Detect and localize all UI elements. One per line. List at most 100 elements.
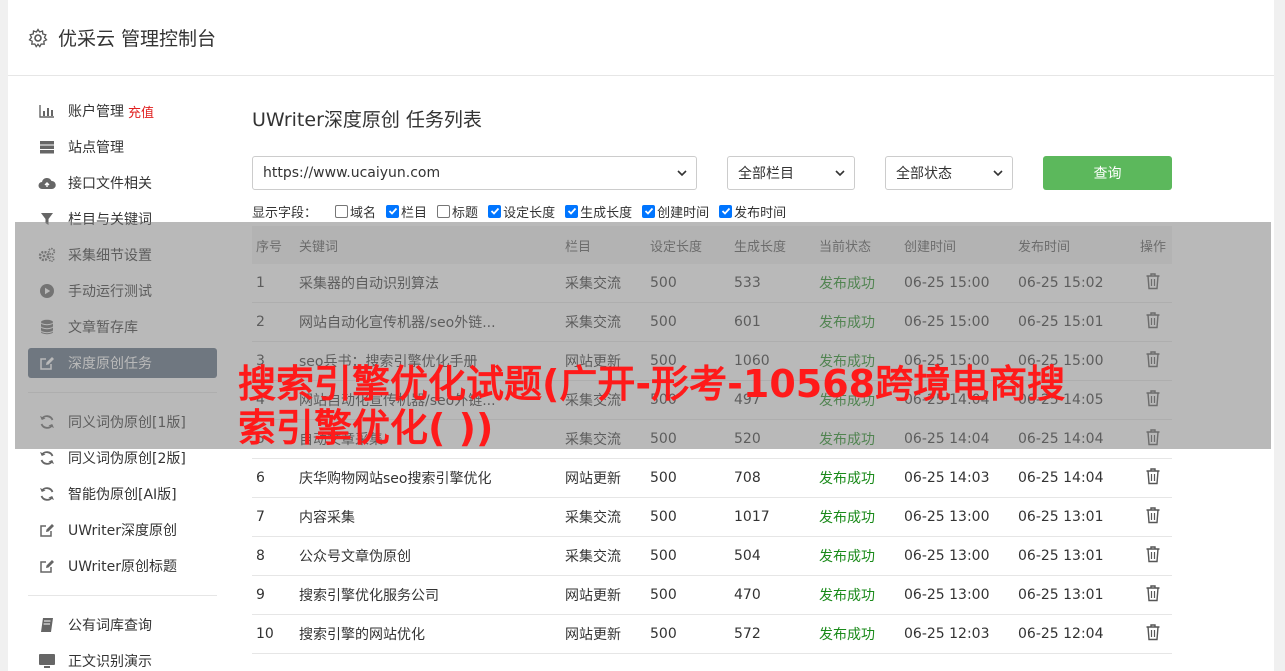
field-checkbox[interactable]: 域名 [335,202,376,221]
column-select[interactable]: 全部栏目 [727,156,855,190]
field-checkbox-label: 域名 [350,205,377,221]
row-set-length: 500 [650,509,677,525]
sidebar-item[interactable]: 站点管理 [28,132,217,162]
row-index: 6 [256,470,265,486]
field-checkbox[interactable]: 标题 [437,202,478,221]
row-keyword: 内容采集 [299,510,355,526]
refresh-icon [38,449,56,467]
row-created: 06-25 12:03 [904,626,990,642]
overlay-headline: 搜索引擎优化试题(广开-形考-10568跨境电商搜索引擎优化( )) [238,362,1066,450]
delete-button[interactable] [1134,506,1172,528]
checkbox-checked-icon [719,204,733,218]
row-published: 06-25 14:04 [1018,470,1104,486]
checkbox-unchecked-icon [335,204,349,218]
edit-icon [38,521,56,539]
recharge-link[interactable]: 充值 [128,102,154,121]
row-status: 发布成功 [819,549,875,565]
sidebar-item-label: 同义词伪原创[2版] [68,451,186,467]
status-select-value: 全部状态 [896,166,952,182]
row-index: 9 [256,587,265,603]
sidebar-item[interactable]: UWriter原创标题 [28,551,217,581]
row-status: 发布成功 [819,627,875,643]
sidebar-item[interactable]: 账户管理 充值 [28,96,217,126]
sidebar-item[interactable]: 公有词库查询 [28,610,217,640]
row-set-length: 500 [650,626,677,642]
cloud-upload-icon [38,174,56,192]
query-button[interactable]: 查询 [1043,156,1172,190]
field-checkbox[interactable]: 设定长度 [488,202,555,221]
sidebar-item[interactable]: 智能伪原创[AI版] [28,479,217,509]
row-published: 06-25 12:04 [1018,626,1104,642]
row-status: 发布成功 [819,588,875,604]
trash-icon [1145,584,1161,606]
app-title: 优采云 管理控制台 [58,28,217,50]
server-icon [38,138,56,156]
field-checkbox-label: 生成长度 [580,205,633,221]
sidebar-item-label: UWriter原创标题 [68,559,177,575]
row-created: 06-25 13:00 [904,509,990,525]
row-created: 06-25 14:03 [904,470,990,486]
sidebar-item-label: 接口文件相关 [68,176,152,192]
display-fields: 显示字段： 域名 栏目 标题 设定长度 生成长度 创建时间 发布时间 [252,200,1172,222]
row-published: 06-25 13:01 [1018,509,1104,525]
row-gen-length: 1017 [734,509,770,525]
delete-button[interactable] [1134,467,1172,489]
delete-button[interactable] [1134,584,1172,606]
row-set-length: 500 [650,548,677,564]
checkbox-checked-icon [642,204,656,218]
field-checkbox-label: 设定长度 [503,205,556,221]
refresh-icon [38,485,56,503]
table-row: 8 公众号文章伪原创 采集交流 500 504 发布成功 06-25 13:00 06-25 … [252,537,1172,576]
table-row: 6 庆华购物网站seo搜索引擎优化 网站更新 500 708 发布成功 06-25 14:0… [252,459,1172,498]
bar-chart-icon [38,102,56,120]
sidebar-item-label: UWriter深度原创 [68,523,177,539]
field-checkbox[interactable]: 生成长度 [565,202,632,221]
monitor-icon [38,652,56,670]
row-index: 7 [256,509,265,525]
row-set-length: 500 [650,470,677,486]
site-select[interactable]: https://www.ucaiyun.com [252,156,697,190]
status-select[interactable]: 全部状态 [885,156,1013,190]
table-row: 10 搜索引擎的网站优化 网站更新 500 572 发布成功 06-25 12:03 06-2… [252,615,1172,654]
sidebar-item-label: 智能伪原创[AI版] [68,487,177,503]
row-set-length: 500 [650,587,677,603]
row-published: 06-25 13:01 [1018,548,1104,564]
row-column: 网站更新 [565,588,621,604]
checkbox-checked-icon [565,204,579,218]
edit-icon [38,557,56,575]
page-title: UWriter深度原创 任务列表 [252,109,482,131]
chevron-down-icon [993,170,1003,177]
chevron-down-icon [835,170,845,177]
sidebar-item[interactable]: 接口文件相关 [28,168,217,198]
chevron-down-icon [677,170,687,177]
row-created: 06-25 13:00 [904,587,990,603]
row-gen-length: 470 [734,587,761,603]
field-checkbox[interactable]: 发布时间 [719,202,786,221]
trash-icon [1145,506,1161,528]
checkbox-checked-icon [386,204,400,218]
row-status: 发布成功 [819,471,875,487]
row-column: 网站更新 [565,471,621,487]
row-index: 8 [256,548,265,564]
trash-icon [1145,467,1161,489]
row-keyword: 搜索引擎的网站优化 [299,627,425,643]
site-select-value: https://www.ucaiyun.com [263,165,441,181]
sidebar-item[interactable]: UWriter深度原创 [28,515,217,545]
sidebar-separator [28,595,217,596]
checkbox-unchecked-icon [437,204,451,218]
row-index: 10 [256,626,274,642]
gear-icon [28,27,48,48]
row-gen-length: 572 [734,626,761,642]
field-checkbox-label: 标题 [452,205,479,221]
row-column: 采集交流 [565,510,621,526]
delete-button[interactable] [1134,623,1172,645]
sidebar-item[interactable]: 正文识别演示 [28,646,217,671]
field-checkbox[interactable]: 栏目 [386,202,427,221]
row-keyword: 公众号文章伪原创 [299,549,411,565]
filter-bar: https://www.ucaiyun.com 全部栏目 全部状态 查询 [252,156,1172,190]
sidebar-item-label: 账户管理 [68,104,124,120]
trash-icon [1145,623,1161,645]
field-checkbox[interactable]: 创建时间 [642,202,709,221]
delete-button[interactable] [1134,545,1172,567]
book-icon [38,616,56,634]
